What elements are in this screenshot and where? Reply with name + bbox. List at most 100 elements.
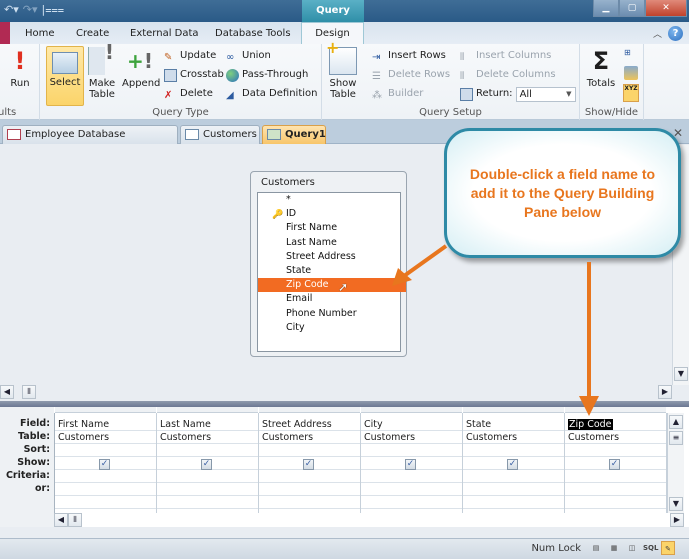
grid-cell-table[interactable]: Customers <box>55 431 156 444</box>
pass-through-button[interactable]: Pass-Through <box>226 67 308 83</box>
design-view-icon[interactable]: ✎ <box>661 541 675 555</box>
show-checkbox[interactable]: ✓ <box>405 459 416 470</box>
totals-button[interactable]: Σ Totals <box>584 47 618 89</box>
field-item-zip-code[interactable]: Zip Code ➚ <box>258 278 406 294</box>
insert-rows-button[interactable]: ⇥ Insert Rows <box>372 48 446 64</box>
field-item-last-name[interactable]: Last Name <box>258 236 400 250</box>
grid-cell-field[interactable]: First Name <box>55 418 156 431</box>
crosstab-button[interactable]: Crosstab <box>164 67 224 83</box>
show-checkbox[interactable]: ✓ <box>99 459 110 470</box>
field-item-city[interactable]: City <box>258 321 400 335</box>
tab-external-data[interactable]: External Data <box>130 26 199 44</box>
grid-scroll-down-button[interactable]: ▼ <box>669 497 683 511</box>
redo-icon[interactable]: ↷▾ <box>23 3 38 17</box>
show-checkbox[interactable]: ✓ <box>303 459 314 470</box>
grid-cell-criteria[interactable] <box>565 470 666 483</box>
upper-horizontal-scrollbar[interactable]: ◀ ⦀ ▶ <box>0 385 689 401</box>
file-tab[interactable] <box>0 22 10 44</box>
grid-cell-sort[interactable] <box>55 444 156 457</box>
tab-home[interactable]: Home <box>25 26 55 44</box>
grid-scroll-left-button[interactable]: ◀ <box>54 513 68 527</box>
grid-cell-criteria[interactable] <box>463 470 564 483</box>
grid-cell-show[interactable]: ✓ <box>463 457 564 470</box>
make-table-button[interactable]: ! Make Table <box>86 42 118 100</box>
run-button[interactable]: ! Run <box>6 47 34 89</box>
grid-cell-field[interactable]: State <box>463 418 564 431</box>
column-selector[interactable] <box>259 407 360 413</box>
table-names-icon[interactable]: XYZ <box>623 84 639 102</box>
scroll-left-button[interactable]: ◀ <box>0 385 14 399</box>
maximize-button[interactable]: ▢ <box>619 0 645 17</box>
property-sheet-icon[interactable] <box>624 66 638 80</box>
datasheet-view-icon[interactable]: ▤ <box>589 541 603 555</box>
grid-cell-extra[interactable] <box>259 496 360 509</box>
doc-tab-employee-database-navigation[interactable]: Employee Database Navigation <box>2 125 178 157</box>
grid-cell-sort[interactable] <box>157 444 258 457</box>
show-checkbox[interactable]: ✓ <box>507 459 518 470</box>
grid-cell-field[interactable]: Street Address <box>259 418 360 431</box>
column-selector[interactable] <box>55 407 156 413</box>
grid-cell-sort[interactable] <box>259 444 360 457</box>
minimize-ribbon-icon[interactable]: ︿ <box>653 27 662 40</box>
grid-cell-extra[interactable] <box>361 496 462 509</box>
grid-cell-table[interactable]: Customers <box>259 431 360 444</box>
show-checkbox[interactable]: ✓ <box>609 459 620 470</box>
grid-cell-sort[interactable] <box>565 444 666 457</box>
union-button[interactable]: ∞ Union <box>226 48 271 64</box>
grid-cell-table[interactable]: Customers <box>157 431 258 444</box>
grid-horizontal-scrollbar[interactable]: ◀ ⦀ ▶ <box>54 513 684 527</box>
tab-database-tools[interactable]: Database Tools <box>215 26 291 44</box>
grid-cell-or[interactable] <box>157 483 258 496</box>
help-icon[interactable]: ? <box>668 26 683 41</box>
delete-columns-button[interactable]: ⫴ Delete Columns <box>460 67 556 83</box>
scroll-thumb[interactable]: ⦀ <box>22 385 36 399</box>
customers-field-list-window[interactable]: Customers * 🔑 ID First Name Last Name Str… <box>250 171 407 357</box>
grid-cell-table[interactable]: Customers <box>565 431 666 444</box>
grid-scroll-h-thumb[interactable]: ⦀ <box>68 513 82 527</box>
grid-cell-extra[interactable] <box>55 496 156 509</box>
grid-scroll-up-button[interactable]: ▲ <box>669 415 683 429</box>
parameters-icon[interactable]: ⊞ <box>624 48 638 62</box>
update-button[interactable]: ✎ Update <box>164 48 216 64</box>
insert-columns-button[interactable]: ⫴ Insert Columns <box>460 48 551 64</box>
pivottable-view-icon[interactable]: ▦ <box>607 541 621 555</box>
grid-cell-criteria[interactable] <box>55 470 156 483</box>
return-dropdown[interactable]: All ▼ <box>515 86 576 102</box>
grid-scroll-right-button[interactable]: ▶ <box>670 513 684 527</box>
grid-cell-extra[interactable] <box>463 496 564 509</box>
grid-scroll-thumb[interactable]: ≡ <box>669 431 683 445</box>
doc-tab-customers[interactable]: Customers <box>180 125 260 144</box>
grid-cell-or[interactable] <box>463 483 564 496</box>
grid-cell-extra[interactable] <box>157 496 258 509</box>
column-selector[interactable] <box>463 407 564 413</box>
grid-cell-show[interactable]: ✓ <box>55 457 156 470</box>
scroll-down-button[interactable]: ▼ <box>674 367 688 381</box>
field-item-phone-number[interactable]: Phone Number <box>258 307 400 321</box>
field-item-all[interactable]: * <box>258 193 400 207</box>
grid-cell-or[interactable] <box>361 483 462 496</box>
grid-cell-or[interactable] <box>259 483 360 496</box>
undo-icon[interactable]: ↶▾ <box>4 3 19 17</box>
grid-cell-table[interactable]: Customers <box>463 431 564 444</box>
builder-button[interactable]: ⁂ Builder <box>372 86 423 102</box>
grid-cell-or[interactable] <box>55 483 156 496</box>
scroll-right-button[interactable]: ▶ <box>658 385 672 399</box>
append-button[interactable]: +! Append <box>122 47 160 89</box>
select-button[interactable]: Select <box>46 46 84 106</box>
show-table-button[interactable]: + Show Table <box>326 40 358 100</box>
grid-cell-sort[interactable] <box>463 444 564 457</box>
field-item-first-name[interactable]: First Name <box>258 221 400 235</box>
grid-cell-sort[interactable] <box>361 444 462 457</box>
doc-tab-query1[interactable]: Query1 <box>262 125 326 144</box>
customize-qat-icon[interactable]: |⩶ <box>42 3 65 17</box>
grid-cell-table[interactable]: Customers <box>361 431 462 444</box>
field-item-id[interactable]: 🔑 ID <box>258 207 400 221</box>
grid-cell-show[interactable]: ✓ <box>157 457 258 470</box>
grid-cell-show[interactable]: ✓ <box>361 457 462 470</box>
grid-cell-field[interactable]: Last Name <box>157 418 258 431</box>
field-item-email[interactable]: Email <box>258 292 400 306</box>
field-item-state[interactable]: State <box>258 264 400 278</box>
minimize-button[interactable]: ▁ <box>593 0 619 17</box>
grid-cell-show[interactable]: ✓ <box>565 457 666 470</box>
column-selector[interactable] <box>565 407 666 413</box>
